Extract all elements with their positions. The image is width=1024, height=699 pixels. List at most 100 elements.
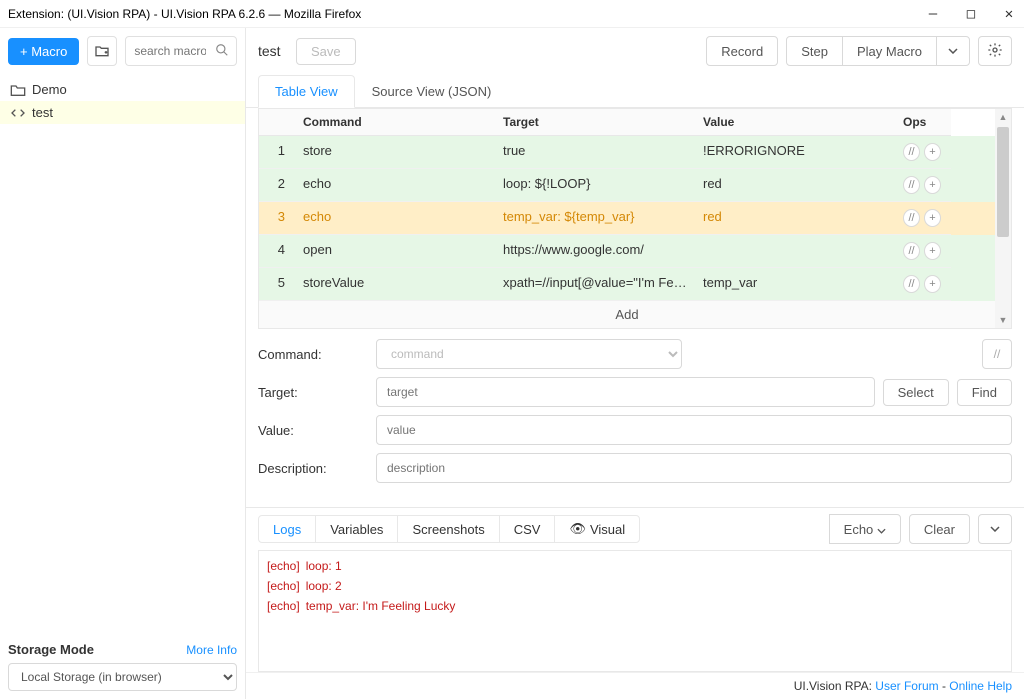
command-field[interactable]: command (376, 339, 682, 369)
tree-folder-demo[interactable]: Demo (0, 78, 245, 101)
macro-name: test (258, 43, 288, 59)
comment-row-button[interactable]: // (903, 209, 920, 227)
add-row-button[interactable]: + (924, 209, 941, 227)
tab-visual[interactable]: 👁Visual (555, 516, 639, 542)
command-table: Command Target Value Ops 1storetrue!ERRO… (258, 108, 1012, 329)
add-row-button[interactable]: + (924, 176, 941, 194)
tree-item-label: Demo (32, 82, 67, 97)
scroll-thumb[interactable] (997, 127, 1009, 237)
tab-logs[interactable]: Logs (259, 516, 316, 542)
more-info-link[interactable]: More Info (186, 643, 237, 657)
log-line: [echo]loop: 1 (267, 559, 1003, 573)
value-field-label: Value: (258, 423, 368, 438)
comment-button[interactable]: // (982, 339, 1012, 369)
play-dropdown-button[interactable] (936, 36, 970, 66)
tab-variables[interactable]: Variables (316, 516, 398, 542)
log-line: [echo]temp_var: I'm Feeling Lucky (267, 599, 1003, 613)
clear-logs-button[interactable]: Clear (909, 514, 970, 544)
scroll-down-icon[interactable]: ▼ (995, 312, 1011, 328)
tab-table-view[interactable]: Table View (258, 75, 355, 108)
row-number: 3 (259, 202, 295, 235)
row-target: xpath=//input[@value="I'm Feeling L… (495, 268, 695, 301)
target-field-label: Target: (258, 385, 368, 400)
new-macro-button[interactable]: + Macro (8, 38, 79, 65)
description-field-label: Description: (258, 461, 368, 476)
target-field[interactable] (376, 377, 875, 407)
find-target-button[interactable]: Find (957, 379, 1012, 406)
play-macro-button[interactable]: Play Macro (842, 36, 937, 66)
row-value: !ERRORIGNORE (695, 136, 895, 169)
table-scrollbar[interactable]: ▲ ▼ (995, 109, 1011, 328)
online-help-link[interactable]: Online Help (949, 679, 1012, 693)
user-forum-link[interactable]: User Forum (875, 679, 938, 693)
footer: UI.Vision RPA: User Forum - Online Help (246, 672, 1024, 699)
add-row-button[interactable]: + (924, 275, 941, 293)
value-field[interactable] (376, 415, 1012, 445)
add-command-button[interactable]: Add (259, 301, 995, 328)
row-number: 2 (259, 169, 295, 202)
folder-icon (10, 83, 26, 97)
table-row[interactable]: 4openhttps://www.google.com///+ (259, 235, 995, 268)
tab-source-view[interactable]: Source View (JSON) (355, 75, 509, 108)
eye-icon: 👁 (569, 521, 586, 537)
code-icon (10, 106, 26, 120)
row-value: red (695, 202, 895, 235)
row-number: 1 (259, 136, 295, 169)
row-value: red (695, 169, 895, 202)
save-button[interactable]: Save (296, 38, 356, 65)
row-number: 4 (259, 235, 295, 268)
log-tag: [echo] (267, 559, 300, 573)
tab-csv[interactable]: CSV (500, 516, 556, 542)
row-value: temp_var (695, 268, 895, 301)
comment-row-button[interactable]: // (903, 242, 920, 260)
row-ops: //+ (895, 268, 951, 301)
new-folder-button[interactable] (87, 36, 117, 66)
table-row[interactable]: 2echoloop: ${!LOOP}red//+ (259, 169, 995, 202)
col-num (259, 109, 295, 136)
row-command: echo (295, 169, 495, 202)
tree-macro-test[interactable]: test (0, 101, 245, 124)
row-ops: //+ (895, 202, 951, 235)
row-ops: //+ (895, 235, 951, 268)
row-command: storeValue (295, 268, 495, 301)
log-tag: [echo] (267, 599, 300, 613)
comment-row-button[interactable]: // (903, 143, 920, 161)
settings-button[interactable] (978, 36, 1012, 66)
table-row[interactable]: 5storeValuexpath=//input[@value="I'm Fee… (259, 268, 995, 301)
add-row-button[interactable]: + (924, 143, 941, 161)
row-ops: //+ (895, 169, 951, 202)
table-row[interactable]: 3echotemp_var: ${temp_var}red//+ (259, 202, 995, 235)
row-command: echo (295, 202, 495, 235)
log-output: [echo]loop: 1[echo]loop: 2[echo]temp_var… (258, 550, 1012, 672)
row-command: store (295, 136, 495, 169)
col-ops: Ops (895, 109, 951, 136)
col-target: Target (495, 109, 695, 136)
comment-row-button[interactable]: // (903, 176, 920, 194)
col-value: Value (695, 109, 895, 136)
tab-screenshots[interactable]: Screenshots (398, 516, 499, 542)
command-field-label: Command: (258, 347, 368, 362)
select-target-button[interactable]: Select (883, 379, 949, 406)
comment-row-button[interactable]: // (903, 275, 920, 293)
description-field[interactable] (376, 453, 1012, 483)
col-command: Command (295, 109, 495, 136)
row-target: https://www.google.com/ (495, 235, 695, 268)
window-title: Extension: (UI.Vision RPA) - UI.Vision R… (8, 7, 926, 21)
add-row-button[interactable]: + (924, 242, 941, 260)
record-button[interactable]: Record (706, 36, 778, 66)
log-filter-button[interactable]: Echo (829, 514, 901, 544)
maximize-icon[interactable]: □ (964, 7, 978, 21)
log-options-button[interactable] (978, 514, 1012, 544)
table-row[interactable]: 1storetrue!ERRORIGNORE//+ (259, 136, 995, 169)
close-icon[interactable]: ✕ (1002, 7, 1016, 21)
storage-mode-select[interactable]: Local Storage (in browser) (8, 663, 237, 691)
minimize-icon[interactable]: — (926, 7, 940, 21)
log-tag: [echo] (267, 579, 300, 593)
storage-mode-label: Storage Mode (8, 642, 94, 657)
row-target: temp_var: ${temp_var} (495, 202, 695, 235)
sidebar: + Macro Demo test (0, 28, 246, 699)
row-number: 5 (259, 268, 295, 301)
scroll-up-icon[interactable]: ▲ (995, 109, 1011, 125)
step-button[interactable]: Step (786, 36, 843, 66)
row-ops: //+ (895, 136, 951, 169)
